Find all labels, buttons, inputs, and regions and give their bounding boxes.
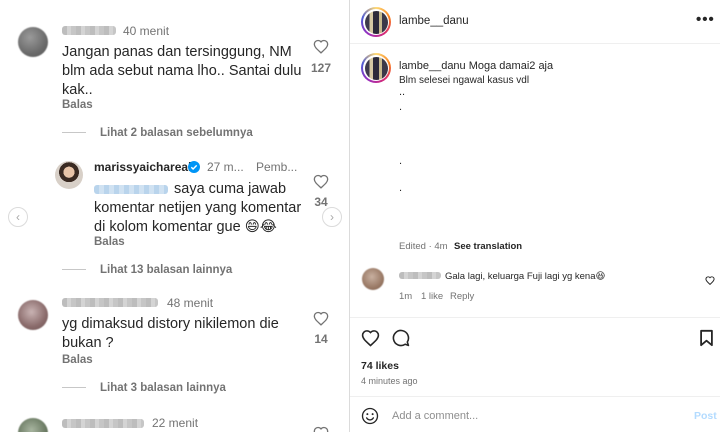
bookmark-icon[interactable] — [699, 329, 714, 347]
post-header: lambe__danu ••• — [350, 0, 720, 44]
comment-bubble-icon[interactable] — [391, 328, 410, 347]
post-time: 4 minutes ago — [361, 376, 418, 386]
username-blurred[interactable] — [62, 26, 116, 35]
comment-reply-button[interactable]: Reply — [450, 291, 474, 302]
profile-avatar[interactable] — [361, 7, 391, 37]
comment-time: 40 menit — [123, 24, 170, 38]
comment-text: Gala lagi, keluarga Fuji lagi yg kena😆 — [445, 271, 606, 282]
avatar[interactable] — [55, 161, 83, 189]
avatar[interactable] — [18, 418, 48, 432]
comments-panel: 40 menit Jangan panas dan tersinggung, N… — [0, 0, 348, 432]
view-more-replies[interactable]: Lihat 3 balasan lainnya — [62, 382, 226, 394]
like-count: 127 — [310, 61, 332, 75]
caption-dots: . — [399, 101, 403, 113]
caption-dots: .. — [399, 86, 406, 98]
view-previous-replies[interactable]: Lihat 2 balasan sebelumnya — [62, 127, 253, 139]
post-panel: lambe__danu ••• lambe__danu Moga damai2 … — [349, 0, 720, 432]
pinned-label: Pemb... — [256, 160, 298, 174]
verified-badge-icon — [188, 161, 200, 173]
more-options-icon[interactable]: ••• — [696, 11, 715, 28]
header-username[interactable]: lambe__danu — [399, 15, 469, 27]
comment-likes[interactable]: 1 like — [421, 291, 443, 302]
comment-text: Jangan panas dan tersinggung, NM blm ada… — [62, 44, 302, 98]
edited-label: Edited · 4m — [399, 241, 448, 252]
reply-button[interactable]: Balas — [62, 354, 93, 366]
username-blurred[interactable] — [62, 298, 158, 307]
caption-avatar[interactable] — [361, 53, 391, 83]
comment-text: saya cuma jawab komentar netijen yang ko… — [94, 181, 302, 235]
divider — [350, 396, 720, 397]
divider — [350, 317, 720, 318]
reply-button[interactable]: Balas — [62, 99, 93, 111]
heart-icon[interactable] — [313, 174, 329, 189]
caption-username[interactable]: lambe__danu — [399, 60, 466, 72]
avatar[interactable] — [362, 268, 384, 290]
username-blurred[interactable] — [62, 419, 144, 428]
previous-arrow-icon[interactable]: ‹ — [8, 207, 28, 227]
avatar[interactable] — [18, 27, 48, 57]
see-translation-link[interactable]: See translation — [454, 241, 522, 252]
heart-icon[interactable] — [313, 426, 329, 432]
comment-time: 48 menit — [167, 296, 214, 310]
reply-button[interactable]: Balas — [94, 236, 125, 248]
comment-time: 22 menit — [152, 416, 199, 430]
comment-text: yg dimaksud distory nikilemon die bukan … — [62, 316, 279, 351]
caption-text: lambe__danu Moga damai2 aja — [399, 60, 554, 72]
post-button[interactable]: Post — [694, 410, 717, 422]
next-arrow-icon[interactable]: › — [322, 207, 342, 227]
likes-count[interactable]: 74 likes — [361, 360, 399, 372]
view-more-replies[interactable]: Lihat 13 balasan lainnya — [62, 264, 232, 276]
username-blurred[interactable] — [399, 272, 441, 279]
comment-time: 27 m... — [207, 160, 244, 174]
like-heart-icon[interactable] — [361, 329, 380, 347]
add-comment-input[interactable]: Add a comment... — [392, 410, 478, 422]
heart-icon[interactable] — [705, 276, 715, 285]
caption-dots: . — [399, 182, 403, 194]
comment-time: 1m — [399, 291, 413, 302]
heart-icon[interactable] — [313, 39, 329, 54]
emoji-icon[interactable] — [361, 407, 379, 425]
caption-line: Blm selesei ngawal kasus vdl — [399, 75, 530, 86]
heart-icon[interactable] — [313, 311, 329, 326]
avatar[interactable] — [18, 300, 48, 330]
caption-dots: . — [399, 155, 403, 167]
comment-username[interactable]: marissyaichareal — [94, 160, 191, 174]
like-count: 14 — [314, 332, 328, 346]
